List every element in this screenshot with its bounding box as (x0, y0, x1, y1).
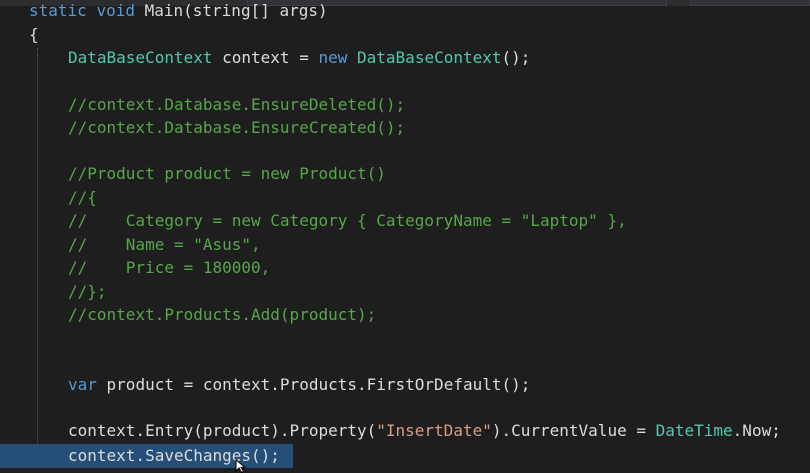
code-line-entry-property[interactable]: context.Entry(product).Property("InsertD… (68, 419, 781, 442)
code-text: .Now; (732, 421, 781, 440)
code-line-save-changes[interactable]: context.SaveChanges(); (68, 444, 280, 467)
keyword-var: var (68, 375, 97, 394)
string-literal: "InsertDate" (376, 421, 492, 440)
code-line-comment[interactable]: // Category = new Category { CategoryNam… (68, 209, 627, 232)
code-line-comment[interactable]: //context.Products.Add(product); (68, 303, 376, 326)
method-name: Main(string[] args) (144, 1, 328, 20)
code-line-var-product[interactable]: var product = context.Products.FirstOrDe… (68, 373, 530, 396)
keyword-void: void (96, 1, 135, 20)
code-text: context.Entry(product).Property( (68, 421, 377, 440)
code-editor[interactable]: static void Main(string[] args) { DataBa… (0, 0, 810, 473)
brace: { (29, 25, 39, 44)
code-line-method-signature[interactable]: static void Main(string[] args) (29, 0, 328, 22)
type-name: DateTime (655, 421, 733, 440)
code-line-comment[interactable]: //Product product = new Product() (68, 162, 386, 185)
type-name: DataBaseContext (357, 48, 502, 67)
code-text: ).CurrentValue = (491, 421, 656, 440)
code-text: context = (212, 48, 319, 67)
indent-guide (37, 48, 38, 448)
code-line-open-brace[interactable]: { (29, 23, 39, 46)
code-line-comment[interactable]: // Name = "Asus", (68, 233, 261, 256)
code-line-comment[interactable]: //{ (68, 186, 97, 209)
code-text: (); (501, 48, 531, 67)
code-line-comment[interactable]: //}; (68, 280, 107, 303)
code-line-comment[interactable]: //context.Database.EnsureDeleted(); (68, 93, 405, 116)
keyword-static: static (29, 1, 87, 20)
type-name: DataBaseContext (68, 48, 213, 67)
code-line-comment[interactable]: // Price = 180000, (68, 256, 270, 279)
keyword-new: new (318, 48, 348, 67)
code-line-comment[interactable]: //context.Database.EnsureCreated(); (68, 116, 405, 139)
code-line-context-declaration[interactable]: DataBaseContext context = new DataBaseCo… (68, 46, 530, 69)
code-text: product = context.Products.FirstOrDefaul… (96, 375, 531, 394)
code-text: context.SaveChanges(); (68, 446, 280, 465)
